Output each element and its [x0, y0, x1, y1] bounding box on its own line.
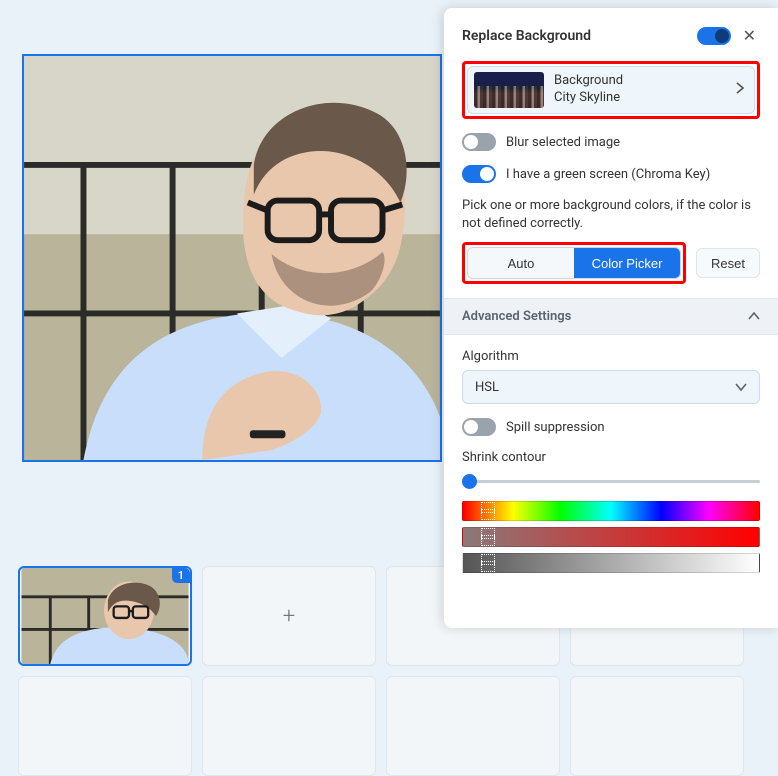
- main-preview[interactable]: [22, 54, 442, 462]
- background-thumbnail: [474, 72, 544, 108]
- shrink-label: Shrink contour: [462, 450, 760, 465]
- spill-toggle[interactable]: [462, 418, 496, 436]
- chevron-up-icon: [748, 309, 760, 324]
- chroma-toggle[interactable]: [462, 165, 496, 183]
- blur-toggle[interactable]: [462, 133, 496, 151]
- thumbnail-add[interactable]: +: [202, 566, 376, 666]
- thumbnail-empty[interactable]: [202, 676, 376, 776]
- close-icon[interactable]: ✕: [739, 24, 760, 47]
- highlight-bg-card: Background City Skyline: [462, 61, 760, 119]
- spill-label: Spill suppression: [506, 420, 605, 435]
- chevron-down-icon: [735, 380, 747, 395]
- advanced-settings-header[interactable]: Advanced Settings: [444, 298, 778, 335]
- preview-person-illustration: [24, 56, 440, 460]
- hint-text: Pick one or more background colors, if t…: [462, 197, 760, 232]
- background-label: Background: [554, 73, 623, 90]
- chevron-right-icon: [736, 82, 744, 98]
- thumbnail-empty[interactable]: [386, 676, 560, 776]
- advanced-title: Advanced Settings: [462, 309, 571, 324]
- saturation-bar[interactable]: [462, 527, 760, 547]
- highlight-seg: Auto Color Picker: [462, 242, 686, 284]
- algorithm-value: HSL: [475, 380, 499, 395]
- thumbnail-empty[interactable]: [570, 676, 744, 776]
- background-name: City Skyline: [554, 90, 623, 107]
- panel-title: Replace Background: [462, 28, 591, 44]
- reset-button[interactable]: Reset: [696, 248, 760, 278]
- hue-bar[interactable]: [462, 501, 760, 521]
- plus-icon: +: [283, 604, 295, 629]
- thumbnail-empty[interactable]: [18, 676, 192, 776]
- background-selector[interactable]: Background City Skyline: [467, 66, 755, 114]
- blur-label: Blur selected image: [506, 135, 620, 150]
- auto-button[interactable]: Auto: [468, 248, 574, 278]
- shrink-slider[interactable]: [462, 471, 760, 491]
- chroma-label: I have a green screen (Chroma Key): [506, 167, 710, 182]
- lightness-bar[interactable]: [462, 553, 760, 573]
- replace-background-panel: Replace Background ✕ Background City Sky…: [444, 8, 778, 628]
- algorithm-label: Algorithm: [462, 349, 760, 364]
- feature-toggle[interactable]: [697, 27, 731, 45]
- thumbnail-1-illustration: [20, 568, 190, 664]
- color-picker-button[interactable]: Color Picker: [574, 248, 680, 278]
- mode-segmented: Auto Color Picker: [467, 247, 681, 279]
- thumbnail-1[interactable]: 1: [18, 566, 192, 666]
- algorithm-select[interactable]: HSL: [462, 370, 760, 404]
- thumbnail-badge: 1: [172, 568, 190, 583]
